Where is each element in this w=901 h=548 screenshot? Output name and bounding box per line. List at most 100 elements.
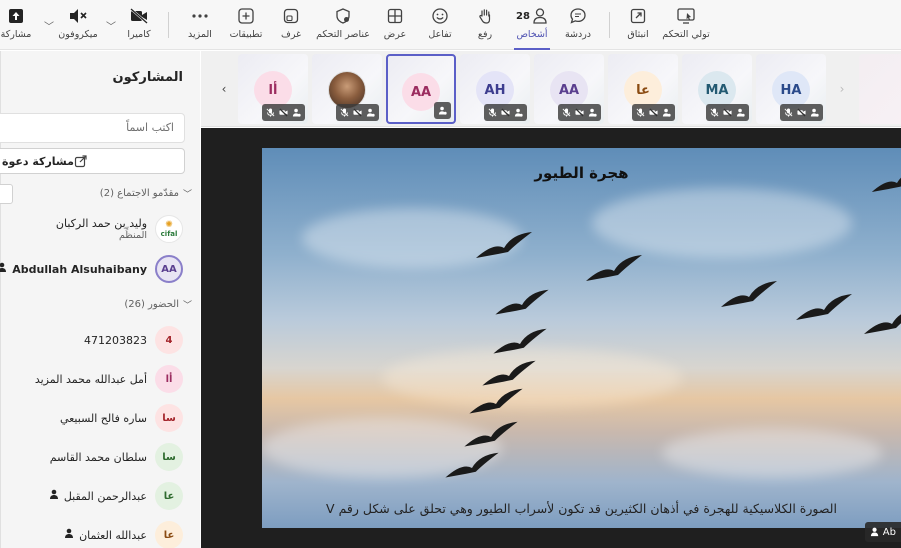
- participant-name: سلطان محمد القاسم: [49, 450, 147, 464]
- thumbnail-partial: [859, 54, 901, 124]
- person-icon: [533, 8, 547, 24]
- slide-caption: الصورة الكلاسيكية للهجرة في أذهان الكثير…: [326, 501, 837, 516]
- avatar: عا: [155, 482, 183, 510]
- camera-options-chevron-icon[interactable]: ﹀: [106, 18, 116, 33]
- camera-off-icon: [575, 108, 584, 117]
- thumbnail-status-bar: [434, 102, 451, 119]
- camera-button[interactable]: كاميرا: [124, 6, 154, 46]
- rooms-button[interactable]: غرف: [280, 6, 302, 46]
- thumbnail-status-bar: [558, 104, 601, 121]
- chevron-down-icon: ﹀: [182, 190, 192, 200]
- side-action-button[interactable]: [0, 184, 13, 204]
- slide-title: هجرة الطيور: [534, 164, 629, 182]
- attendee-row[interactable]: عا عبدالرحمن المقبل: [49, 481, 183, 511]
- avatar: AA: [155, 255, 183, 283]
- share-button[interactable]: مشاركة: [1, 6, 31, 46]
- participant-video-thumbnail[interactable]: HA: [756, 54, 826, 124]
- participant-role: المنظِّم: [118, 230, 147, 241]
- thumbnail-status-bar: [780, 104, 823, 121]
- meeting-toolbar: مشاركة ﹀ ميكروفون ﹀ كاميرا المزيد تطبيقا…: [0, 0, 901, 50]
- mic-muted-icon: [340, 108, 349, 117]
- attendee-row[interactable]: سا ساره فالح السبيعي: [60, 403, 183, 433]
- participant-name: Abdullah Alsuhaibany: [12, 262, 147, 276]
- mic-muted-icon: [636, 108, 645, 117]
- participant-name: عبدالله العثمان: [79, 528, 147, 542]
- teams-meeting-window: مشاركة ﹀ ميكروفون ﹀ كاميرا المزيد تطبيقا…: [0, 0, 901, 548]
- participants-panel: المشاركون اكتب اسماً مشاركة دعوة ﹀ مقدّم…: [0, 51, 200, 548]
- controls-button[interactable]: عناصر التحكم: [316, 6, 370, 46]
- camera-off-icon: [129, 6, 149, 26]
- hand-icon: [476, 6, 494, 26]
- mic-muted-icon: [784, 108, 793, 117]
- participant-name: ساره فالح السبيعي: [59, 411, 147, 425]
- participant-name: أمل عبدالله محمد المزيد: [34, 372, 147, 386]
- thumbnail-status-bar: [336, 104, 379, 121]
- attendee-row[interactable]: سا سلطان محمد القاسم: [50, 442, 183, 472]
- participant-video-thumbnail[interactable]: MA: [682, 54, 752, 124]
- strip-scroll-right-chevron-icon[interactable]: ›: [829, 53, 855, 125]
- bird-shape: [445, 452, 499, 478]
- bird-shape: [464, 421, 518, 447]
- participant-video-thumbnail[interactable]: أا: [238, 54, 308, 124]
- take-control-button[interactable]: تولي التحكم: [662, 6, 710, 46]
- bird-shape: [493, 328, 547, 354]
- person-badge-icon: [64, 528, 75, 542]
- mic-muted-icon: [562, 108, 571, 117]
- people-button[interactable]: 28 أشخاص: [512, 6, 552, 50]
- participant-name: 471203823: [84, 333, 147, 347]
- avatar: سا: [155, 404, 183, 432]
- attendees-section-header[interactable]: ﹀ الحضور (26): [124, 298, 192, 311]
- shared-content-stage: هجرة الطيور الصورة الكلاسيكية للهجرة في …: [201, 128, 901, 548]
- participant-video-thumbnail[interactable]: AA: [534, 54, 604, 124]
- avatar: 4: [155, 326, 183, 354]
- more-button[interactable]: المزيد: [185, 6, 215, 46]
- presenters-section-header[interactable]: ﹀ مقدّمو الاجتماع (2): [100, 187, 192, 200]
- strip-scroll-left-chevron-icon[interactable]: ‹: [211, 53, 237, 125]
- toolbar-divider: [168, 12, 169, 38]
- take-control-screen-icon: [676, 6, 696, 26]
- participant-video-thumbnail[interactable]: AA: [386, 54, 456, 124]
- bird-shape: [476, 232, 532, 258]
- microphone-button[interactable]: ميكروفون: [58, 6, 98, 46]
- attendee-row[interactable]: 4 471203823: [84, 325, 183, 355]
- participant-video-thumbnail[interactable]: AH: [460, 54, 530, 124]
- mic-muted-icon: [488, 108, 497, 117]
- camera-off-icon: [649, 108, 658, 117]
- person-badge-icon: [662, 108, 671, 117]
- bird-shape: [864, 314, 901, 334]
- person-badge-icon: [438, 106, 447, 115]
- person-badge-icon: [870, 527, 878, 537]
- popout-button[interactable]: انبثاق: [623, 6, 653, 46]
- thumbnail-status-bar: [484, 104, 527, 121]
- camera-off-icon: [501, 108, 510, 117]
- chat-button[interactable]: دردشة: [564, 6, 592, 46]
- share-tray-icon: [8, 6, 24, 26]
- bird-shape: [495, 289, 549, 315]
- search-input[interactable]: اكتب اسماً: [0, 113, 185, 143]
- attendee-row[interactable]: أا أمل عبدالله محمد المزيد: [35, 364, 183, 394]
- birds-flock-image: [445, 177, 901, 478]
- avatar: سا: [155, 443, 183, 471]
- participant-organizer[interactable]: ✺ cifal وليد بن حمد الركبان المنظِّم: [56, 214, 183, 244]
- mic-muted-icon: [710, 108, 719, 117]
- person-badge-icon: [736, 108, 745, 117]
- react-button[interactable]: تفاعل: [426, 6, 454, 46]
- popout-window-icon: [629, 6, 647, 26]
- grid-view-icon: [386, 6, 404, 26]
- breakout-rooms-icon: [282, 6, 300, 26]
- share-invite-icon: [74, 155, 87, 168]
- mic-muted-icon: [68, 6, 88, 26]
- bird-shape: [482, 360, 536, 386]
- view-button[interactable]: عرض: [382, 6, 408, 46]
- participant-video-thumbnail[interactable]: عا: [608, 54, 678, 124]
- presenter-name-badge: Ab: [864, 522, 901, 542]
- search-placeholder: اكتب اسماً: [126, 121, 174, 134]
- camera-off-icon: [279, 108, 288, 117]
- apps-button[interactable]: تطبيقات: [228, 6, 264, 46]
- raise-hand-button[interactable]: رفع: [474, 6, 496, 46]
- share-invite-button[interactable]: مشاركة دعوة: [0, 148, 185, 174]
- participant-presenter[interactable]: AA Abdullah Alsuhaibany: [0, 254, 183, 284]
- participant-video-thumbnail[interactable]: [312, 54, 382, 124]
- attendee-row[interactable]: عا عبدالله العثمان: [64, 520, 183, 548]
- mic-options-chevron-icon[interactable]: ﹀: [44, 18, 54, 33]
